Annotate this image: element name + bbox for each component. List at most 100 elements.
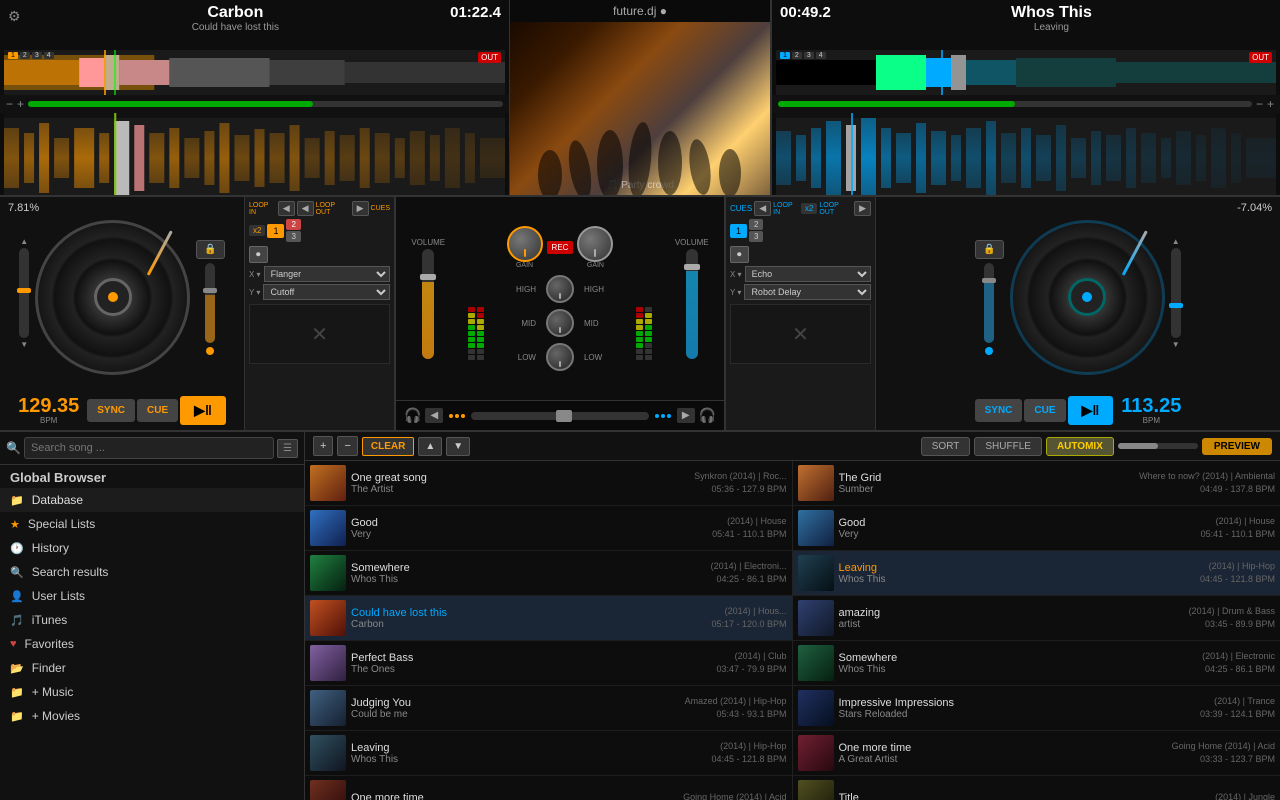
- sidebar-item-special-lists[interactable]: ★ Special Lists: [0, 512, 304, 536]
- deck-b-plus[interactable]: +: [1267, 97, 1274, 111]
- effect-x-label-a[interactable]: X ▾: [249, 270, 261, 279]
- clear-button[interactable]: CLEAR: [362, 437, 414, 456]
- eq-mid-knob[interactable]: [546, 309, 574, 337]
- add-track-button[interactable]: +: [313, 436, 333, 456]
- loop-cue-3[interactable]: 3: [286, 231, 300, 242]
- automix-button[interactable]: AUTOMIX: [1046, 437, 1114, 456]
- track-item[interactable]: Leaving Whos This (2014) | Hip-Hop 04:45…: [793, 551, 1280, 596]
- deck-b-lock[interactable]: 🔒: [975, 240, 1003, 259]
- loop-record-a[interactable]: ⏺: [249, 246, 268, 263]
- track-item[interactable]: Good Very (2014) | House 05:41 - 110.1 B…: [793, 506, 1280, 551]
- pitch-slider-b[interactable]: [1171, 248, 1181, 338]
- search-input[interactable]: [24, 437, 274, 459]
- loop-out-label-b: LOOP OUT: [819, 202, 852, 216]
- shuffle-button[interactable]: SHUFFLE: [974, 437, 1042, 456]
- loop-cue-b-1[interactable]: 1: [730, 224, 747, 238]
- loop-cue-b-3[interactable]: 3: [749, 231, 763, 242]
- loop-out-next-b[interactable]: ▶: [854, 201, 871, 216]
- remove-track-button[interactable]: −: [337, 436, 357, 456]
- preview-button[interactable]: PREVIEW: [1202, 438, 1272, 455]
- vinyl-right[interactable]: [1010, 220, 1165, 375]
- sidebar-item-movies[interactable]: 📁 + Movies: [0, 704, 304, 728]
- track-item[interactable]: Title (2014) | Jungle: [793, 776, 1280, 800]
- loop-out-prev-a[interactable]: ◀: [297, 201, 314, 216]
- cue-button-b[interactable]: CUE: [1024, 399, 1065, 422]
- deck-a-volume-fader[interactable]: [205, 263, 215, 343]
- pitch-slider-a[interactable]: [19, 248, 29, 338]
- track-item[interactable]: The Grid Sumber Where to now? (2014) | A…: [793, 461, 1280, 506]
- sort-button[interactable]: SORT: [921, 437, 971, 456]
- sidebar-item-search-results[interactable]: 🔍 Search results: [0, 560, 304, 584]
- track-item[interactable]: Good Very (2014) | House 05:41 - 110.1 B…: [305, 506, 792, 551]
- headphone-left-icon[interactable]: 🎧: [404, 407, 421, 424]
- deck-b-mini-waveform[interactable]: OUT 1 2 3 4: [776, 50, 1276, 95]
- loop-cue-b-2[interactable]: 2: [749, 219, 763, 230]
- track-item[interactable]: One great song The Artist Synkron (2014)…: [305, 461, 792, 506]
- deck-b-minus[interactable]: −: [1256, 97, 1263, 111]
- track-item[interactable]: Somewhere Whos This (2014) | Electronic …: [793, 641, 1280, 686]
- volume-fader-right[interactable]: VOLUME: [675, 238, 709, 359]
- gain-knob-right[interactable]: [577, 226, 613, 262]
- track-item[interactable]: Perfect Bass The Ones (2014) | Club 03:4…: [305, 641, 792, 686]
- loop-in-prev-b[interactable]: ◀: [754, 201, 771, 216]
- x2-badge-a[interactable]: x2: [249, 225, 265, 236]
- track-item[interactable]: One more time A Great Artist Going Home …: [793, 731, 1280, 776]
- sync-button-a[interactable]: SYNC: [87, 399, 135, 422]
- eq-low-knob[interactable]: [546, 343, 574, 371]
- track-item[interactable]: One more time Going Home (2014) | Acid: [305, 776, 792, 800]
- add-playlist-button[interactable]: ☰: [277, 439, 298, 458]
- vinyl-left[interactable]: [35, 220, 190, 375]
- sort-up-button[interactable]: ▲: [418, 437, 442, 456]
- high-label-r: HIGH: [584, 285, 609, 294]
- deck-b-main-waveform[interactable]: [776, 113, 1276, 195]
- effect-x-select-b[interactable]: Echo: [745, 266, 871, 282]
- track-item[interactable]: Could have lost this Carbon (2014) | Hou…: [305, 596, 792, 641]
- sidebar-item-database[interactable]: 📁 Database: [0, 488, 304, 512]
- loop-cue-1[interactable]: 1: [267, 224, 284, 238]
- effect-x-select-a[interactable]: Flanger: [264, 266, 390, 282]
- crossfader[interactable]: [471, 412, 649, 420]
- loop-in-prev-a[interactable]: ◀: [278, 201, 295, 216]
- loop-out-next-a[interactable]: ▶: [352, 201, 369, 216]
- effect-y-label-b[interactable]: Y ▾: [730, 288, 741, 297]
- deck-a-minus[interactable]: −: [6, 97, 13, 111]
- track-item[interactable]: Leaving Whos This (2014) | Hip-Hop 04:45…: [305, 731, 792, 776]
- loop-record-b[interactable]: ⏺: [730, 246, 749, 263]
- cf-arrow-right[interactable]: ▶: [677, 408, 695, 423]
- eq-high-knob[interactable]: [546, 275, 574, 303]
- play-button-a[interactable]: ▶‖: [180, 396, 226, 425]
- mixer-panel: VOLUME: [395, 197, 725, 430]
- cue-button-a[interactable]: CUE: [137, 399, 178, 422]
- track-item[interactable]: amazing artist (2014) | Drum & Bass 03:4…: [793, 596, 1280, 641]
- play-button-b[interactable]: ▶‖: [1068, 396, 1114, 425]
- rec-button[interactable]: REC: [547, 241, 574, 254]
- deck-a-mini-waveform[interactable]: OUT 1 2 3 4: [4, 50, 505, 95]
- cf-arrow-left[interactable]: ◀: [425, 408, 443, 423]
- loop-cue-2[interactable]: 2: [286, 219, 300, 230]
- sync-button-b[interactable]: SYNC: [975, 399, 1023, 422]
- effect-y-select-b[interactable]: Robot Delay: [744, 284, 871, 300]
- effect-y-select-a[interactable]: Cutoff: [263, 284, 390, 300]
- track-item[interactable]: Impressive Impressions Stars Reloaded (2…: [793, 686, 1280, 731]
- headphone-right-icon[interactable]: 🎧: [699, 407, 716, 424]
- effect-y-label-a[interactable]: Y ▾: [249, 288, 260, 297]
- volume-fader-left[interactable]: VOLUME: [411, 238, 445, 359]
- deck-a-main-waveform[interactable]: [4, 113, 505, 195]
- x2-badge-b[interactable]: x2: [801, 203, 817, 214]
- deck-b-volume-fader[interactable]: [984, 263, 994, 343]
- deck-a-lock[interactable]: 🔒: [196, 240, 224, 259]
- sort-down-button[interactable]: ▼: [446, 437, 470, 456]
- track-item[interactable]: Somewhere Whos This (2014) | Electroni..…: [305, 551, 792, 596]
- sidebar-item-history[interactable]: 🕐 History: [0, 536, 304, 560]
- sidebar-item-user-lists[interactable]: 👤 User Lists: [0, 584, 304, 608]
- track-item[interactable]: Judging You Could be me Amazed (2014) | …: [305, 686, 792, 731]
- sidebar-item-itunes[interactable]: 🎵 iTunes: [0, 608, 304, 632]
- sidebar-item-music[interactable]: 📁 + Music: [0, 680, 304, 704]
- sidebar-item-finder[interactable]: 📂 Finder: [0, 656, 304, 680]
- deck-b-bpm-value: 113.25: [1121, 396, 1181, 416]
- sidebar-item-favorites[interactable]: ♥ Favorites: [0, 632, 304, 656]
- deck-a-settings[interactable]: ⚙: [8, 8, 21, 25]
- deck-a-plus[interactable]: +: [17, 97, 24, 111]
- gain-knob-left[interactable]: [507, 226, 543, 262]
- effect-x-label-b[interactable]: X ▾: [730, 270, 742, 279]
